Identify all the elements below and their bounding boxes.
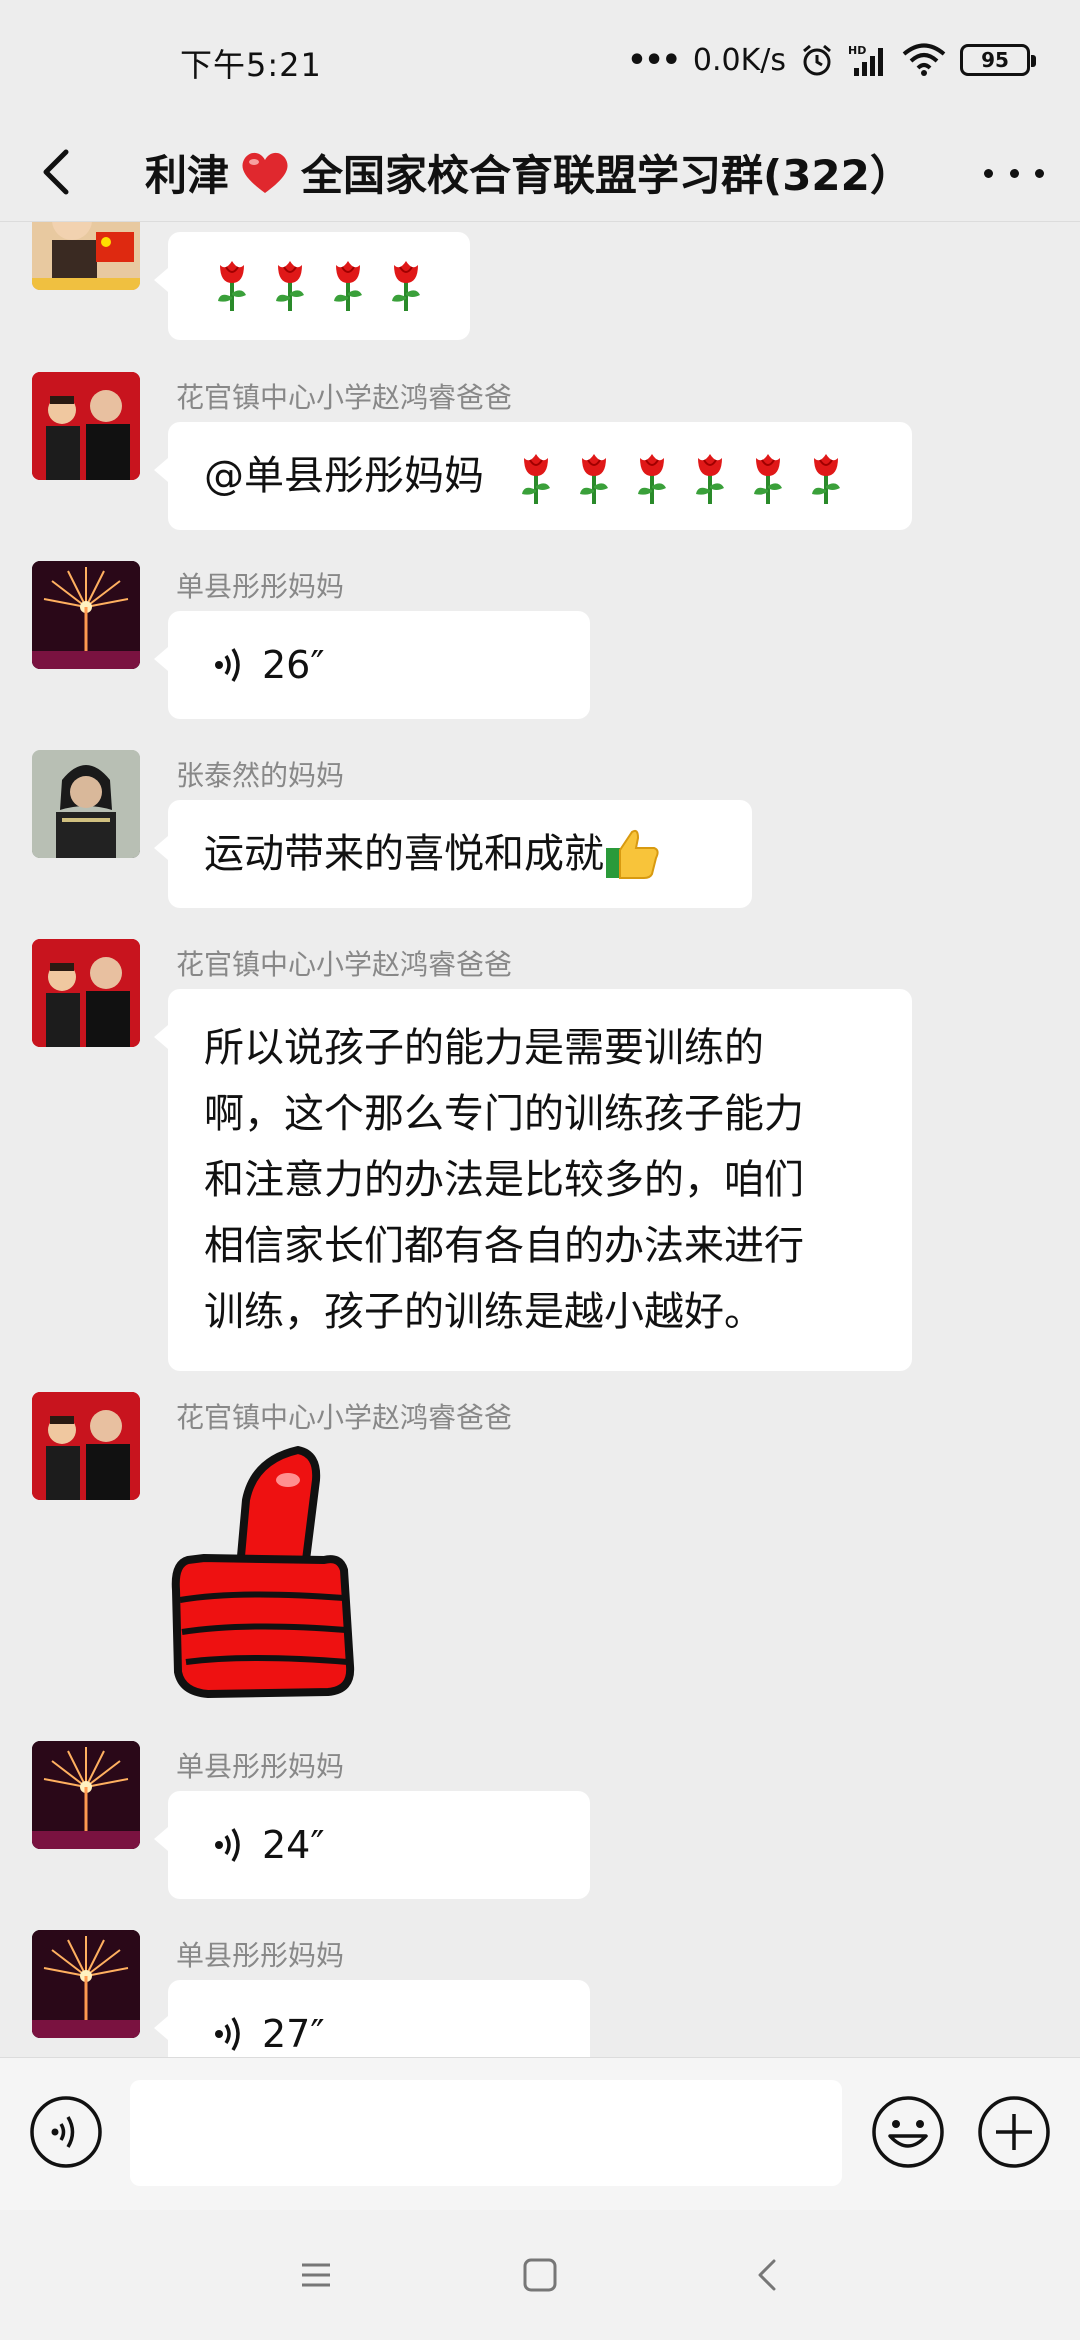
voice-message-bubble[interactable]: 24″ (154, 1791, 590, 1899)
rose-icon (522, 454, 550, 504)
thumbs-up-emoji-icon (606, 829, 659, 879)
rose-icon (276, 261, 304, 311)
avatar[interactable] (32, 222, 140, 290)
voice-wave-icon (215, 2017, 240, 2051)
rose-icon (218, 261, 246, 311)
voice-input-icon[interactable] (28, 2094, 104, 2170)
message-line: 相信家长们都有各自的办法来进行 (204, 1223, 804, 1269)
message-bubble[interactable]: 运动带来的喜悦和成就 (154, 800, 752, 908)
sender-name: 张泰然的妈妈 (176, 759, 345, 792)
rose-emoji-group (196, 260, 428, 311)
message-bubble[interactable]: 所以说孩子的能力是需要训练的 啊，这个那么专门的训练孩子能力 和注意力的办法是比… (154, 989, 912, 1371)
sender-name: 花官镇中心小学赵鸿睿爸爸 (176, 381, 513, 414)
avatar[interactable] (32, 561, 140, 669)
rose-icon (580, 454, 608, 504)
voice-message-bubble[interactable]: 26″ (154, 611, 590, 719)
more-options-icon[interactable] (984, 158, 1044, 188)
message-bubble[interactable] (154, 232, 470, 340)
sender-name: 单县彤彤妈妈 (176, 570, 345, 603)
home-icon[interactable] (520, 2255, 560, 2295)
battery-icon: 95 (960, 44, 1036, 76)
heart-icon (242, 152, 288, 193)
message-text: @单县彤彤妈妈 (204, 453, 484, 499)
message-bubble[interactable]: @单县彤彤妈妈 (154, 422, 912, 530)
plus-icon[interactable] (976, 2094, 1052, 2170)
menu-icon[interactable] (296, 2255, 336, 2295)
signal-icon: HD (848, 44, 883, 76)
avatar[interactable] (32, 939, 140, 1047)
avatar[interactable] (32, 750, 140, 858)
more-dots-icon: ••• (627, 42, 681, 78)
system-nav-bar (0, 2210, 1080, 2340)
input-bar (0, 2057, 1080, 2210)
status-time: 下午5:21 (180, 46, 322, 84)
status-icons: ••• 0.0K/s HD 95 (627, 36, 1036, 84)
message-text: 运动带来的喜悦和成就 (204, 831, 604, 877)
rose-icon (696, 454, 724, 504)
voice-duration: 26″ (262, 643, 325, 687)
wifi-icon (902, 43, 946, 76)
voice-message-bubble[interactable]: 27″ (154, 1980, 590, 2057)
message-line: 啊，这个那么专门的训练孩子能力 (204, 1091, 804, 1137)
rose-icon (638, 454, 666, 504)
rose-emoji-group (500, 443, 848, 509)
sender-name: 花官镇中心小学赵鸿睿爸爸 (176, 948, 513, 981)
voice-duration: 27″ (262, 2012, 325, 2056)
avatar[interactable] (32, 1392, 140, 1500)
title-prefix: 利津 (145, 151, 230, 200)
net-speed: 0.0K/s (692, 42, 786, 78)
nav-back-icon[interactable] (746, 2253, 790, 2297)
message-line: 所以说孩子的能力是需要训练的 (204, 1025, 764, 1071)
svg-text:HD: HD (848, 44, 866, 57)
message-line: 和注意力的办法是比较多的，咱们 (204, 1157, 804, 1203)
sender-name: 单县彤彤妈妈 (176, 1939, 345, 1972)
chat-area[interactable]: 花官镇中心小学赵鸿睿爸爸 @单县彤彤妈妈 单县彤彤妈妈 26″ 张泰然的妈妈 运… (0, 222, 1080, 2057)
avatar[interactable] (32, 1930, 140, 2038)
thumbs-up-sticker[interactable] (168, 1440, 358, 1700)
sender-name: 单县彤彤妈妈 (176, 1750, 345, 1783)
title-suffix: 全国家校合育联盟学习群(322） (301, 151, 912, 200)
avatar[interactable] (32, 1741, 140, 1849)
voice-wave-icon (215, 1828, 240, 1862)
rose-icon (754, 454, 782, 504)
rose-icon (392, 261, 420, 311)
sender-name: 花官镇中心小学赵鸿睿爸爸 (176, 1401, 513, 1434)
voice-duration: 24″ (262, 1823, 325, 1867)
rose-icon (812, 454, 840, 504)
alarm-icon (803, 44, 831, 76)
status-bar: 下午5:21 ••• 0.0K/s HD 95 (0, 0, 1080, 122)
message-line: 训练，孩子的训练是越小越好。 (204, 1289, 764, 1335)
chat-title: 利津 全国家校合育联盟学习群(322） (145, 142, 945, 203)
avatar[interactable] (32, 372, 140, 480)
voice-wave-icon (215, 648, 240, 682)
title-bar: 利津 全国家校合育联盟学习群(322） (0, 122, 1080, 222)
rose-icon (334, 261, 362, 311)
battery-level: 95 (981, 48, 1009, 72)
emoji-icon[interactable] (870, 2094, 946, 2170)
message-input[interactable] (130, 2080, 842, 2186)
back-arrow-icon[interactable] (30, 144, 86, 200)
